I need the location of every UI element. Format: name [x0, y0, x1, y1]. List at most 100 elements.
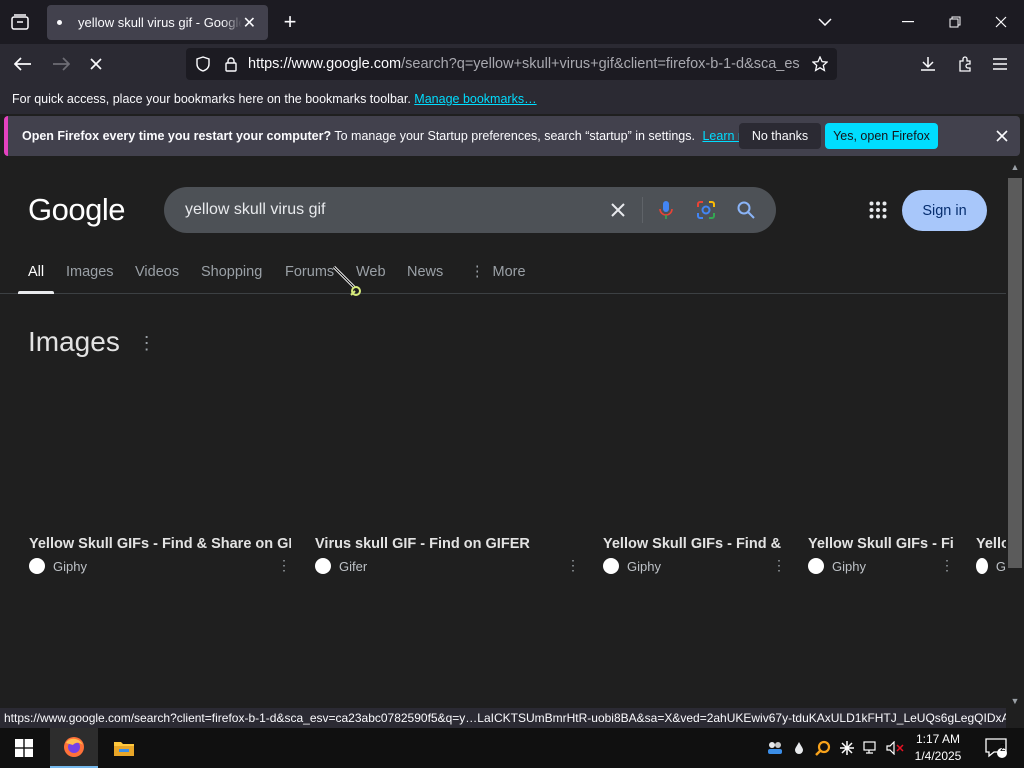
network-icon[interactable]	[861, 728, 881, 768]
scrollbar-thumb[interactable]	[1008, 178, 1022, 568]
result-title[interactable]: Yellow Skull GIFs - Fi...	[808, 536, 953, 552]
close-notification-icon[interactable]	[992, 126, 1012, 146]
lock-icon[interactable]	[222, 55, 240, 73]
new-tab-icon[interactable]: +	[280, 11, 300, 33]
result-more-icon[interactable]: ⋮	[940, 557, 954, 574]
result-source: Giphy	[808, 558, 953, 574]
notification-bold-text: Open Firefox every time you restart your…	[22, 129, 332, 143]
search-box[interactable]: yellow skull virus gif	[164, 187, 776, 233]
notification-text: To manage your Startup preferences, sear…	[334, 129, 695, 143]
images-title-text: Images	[28, 326, 120, 357]
image-result-2[interactable]: Virus skull GIF - Find on GIFER Gifer ⋮	[315, 536, 580, 574]
status-bar-url: https://www.google.com/search?client=fir…	[0, 708, 1006, 728]
lens-search-icon[interactable]	[696, 200, 716, 220]
file-explorer-icon[interactable]	[100, 728, 148, 768]
result-source: G	[976, 558, 1006, 574]
source-favicon-icon	[976, 558, 988, 574]
firefox-view-icon[interactable]	[8, 12, 32, 32]
url-text[interactable]: https://www.google.com/search?q=yellow+s…	[248, 56, 800, 72]
result-more-icon[interactable]: ⋮	[772, 557, 786, 574]
voice-search-icon[interactable]	[656, 200, 676, 220]
result-more-icon[interactable]: ⋮	[277, 557, 291, 574]
mouse-cursor-icon	[330, 264, 366, 298]
google-logo[interactable]: Google	[28, 192, 125, 228]
search-icon[interactable]	[736, 200, 756, 220]
manage-bookmarks-link[interactable]: Manage bookmarks…	[414, 92, 536, 106]
tab-more-label: More	[492, 264, 526, 280]
start-button[interactable]	[0, 728, 48, 768]
result-title[interactable]: Yellow Skull GIFs - Find & Share on GIP.…	[29, 536, 291, 552]
bookmarks-hint: For quick access, place your bookmarks h…	[12, 92, 411, 106]
tab-videos[interactable]: Videos	[135, 264, 179, 294]
menu-icon[interactable]	[990, 54, 1010, 74]
source-name: Giphy	[53, 558, 87, 574]
clock-time: 1:17 AM	[915, 732, 961, 746]
page-scrollbar[interactable]: ▲ ▼	[1006, 160, 1024, 708]
tracking-protection-icon[interactable]	[194, 55, 212, 73]
image-result-4[interactable]: Yellow Skull GIFs - Fi... Giphy ⋮	[808, 536, 954, 574]
taskbar-clock[interactable]: 1:17 AM 1/4/2025	[908, 731, 968, 765]
tab-shopping[interactable]: Shopping	[201, 264, 262, 294]
volume-muted-icon[interactable]	[885, 728, 905, 768]
no-thanks-button[interactable]: No thanks	[739, 123, 821, 149]
browser-tab[interactable]: yellow skull virus gif - Google Search ✕	[47, 5, 268, 40]
close-tab-icon[interactable]: ✕	[243, 13, 256, 33]
tray-drop-icon[interactable]	[789, 728, 809, 768]
page-content: Google yellow skull virus gif Sign in Al…	[0, 160, 1006, 708]
tray-search-icon[interactable]	[813, 728, 833, 768]
yes-open-firefox-button[interactable]: Yes, open Firefox	[825, 123, 938, 149]
tab-news[interactable]: News	[407, 264, 443, 294]
downloads-icon[interactable]	[918, 54, 938, 74]
source-favicon-icon	[808, 558, 824, 574]
result-source: Gifer	[315, 558, 577, 574]
result-title[interactable]: Yello	[976, 536, 1006, 552]
firefox-taskbar-icon[interactable]	[50, 728, 98, 768]
tab-loading-icon	[57, 20, 62, 25]
nav-bar: https://www.google.com/search?q=yellow+s…	[0, 44, 1024, 84]
search-divider	[642, 197, 643, 223]
tab-title: yellow skull virus gif - Google Search	[78, 15, 242, 30]
tray-asterisk-icon[interactable]	[837, 728, 857, 768]
clear-search-icon[interactable]	[608, 200, 628, 220]
source-favicon-icon	[315, 558, 331, 574]
source-favicon-icon	[29, 558, 45, 574]
image-result-5[interactable]: Yello G	[976, 536, 1006, 574]
image-result-3[interactable]: Yellow Skull GIFs - Find & ... Giphy ⋮	[603, 536, 786, 574]
tab-all[interactable]: All	[17, 264, 55, 294]
extensions-icon[interactable]	[955, 54, 975, 74]
stop-loading-icon[interactable]	[86, 54, 106, 74]
tab-bar: yellow skull virus gif - Google Search ✕…	[0, 0, 1024, 44]
minimize-icon[interactable]	[898, 12, 918, 32]
result-source: Giphy	[603, 558, 783, 574]
url-bar[interactable]: https://www.google.com/search?q=yellow+s…	[186, 48, 837, 80]
restore-icon[interactable]	[945, 12, 965, 32]
default-browser-notification: Open Firefox every time you restart your…	[4, 116, 1020, 156]
search-input[interactable]: yellow skull virus gif	[185, 201, 325, 219]
result-title[interactable]: Virus skull GIF - Find on GIFER	[315, 536, 577, 552]
source-favicon-icon	[603, 558, 619, 574]
back-icon[interactable]	[12, 54, 34, 74]
tab-images[interactable]: Images	[66, 264, 114, 294]
forward-icon	[50, 54, 72, 74]
source-name: Giphy	[627, 558, 661, 574]
windows-taskbar: 1:17 AM 1/4/2025 2	[0, 728, 1024, 768]
tab-more[interactable]: ⋮ More	[470, 264, 526, 294]
google-apps-icon[interactable]	[868, 200, 888, 220]
close-window-icon[interactable]	[991, 12, 1011, 32]
scroll-down-icon[interactable]: ▼	[1010, 696, 1020, 706]
scroll-up-icon[interactable]: ▲	[1010, 162, 1020, 172]
sign-in-button[interactable]: Sign in	[902, 190, 987, 231]
list-tabs-icon[interactable]	[815, 12, 835, 32]
result-more-icon[interactable]: ⋮	[566, 557, 580, 574]
more-dots-icon: ⋮	[470, 264, 485, 280]
bookmark-star-icon[interactable]	[810, 55, 830, 73]
source-name: Giphy	[832, 558, 866, 574]
tray-people-icon[interactable]	[765, 728, 785, 768]
images-options-icon[interactable]: ⋮	[138, 333, 156, 353]
result-title[interactable]: Yellow Skull GIFs - Find & ...	[603, 536, 783, 552]
images-section-title: Images ⋮	[28, 326, 156, 358]
image-result-1[interactable]: Yellow Skull GIFs - Find & Share on GIP.…	[29, 536, 291, 574]
action-center-icon[interactable]: 2	[978, 728, 1014, 768]
tab-forums[interactable]: Forums	[285, 264, 334, 294]
search-tabs: All Images Videos Shopping Forums Web Ne…	[0, 264, 1006, 294]
